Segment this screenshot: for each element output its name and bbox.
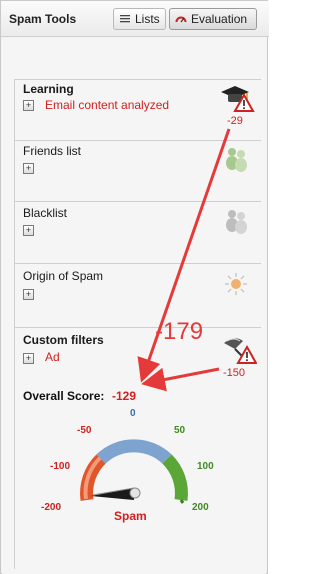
list-icon xyxy=(119,13,131,25)
overall-score-value: -129 xyxy=(112,389,137,403)
gauge-neutral-arc xyxy=(96,439,172,464)
tab-evaluation[interactable]: Evaluation xyxy=(169,8,257,30)
expand-origin-button[interactable]: + xyxy=(23,289,34,300)
gauge-tick: 50 xyxy=(174,425,186,436)
expand-blacklist-button[interactable]: + xyxy=(23,225,34,236)
section-origin-title: Origin of Spam xyxy=(23,269,104,283)
panel-header: Spam Tools Lists Evaluation xyxy=(1,1,269,37)
gauge-tick: -50 xyxy=(77,425,92,436)
section-custom-title: Custom filters xyxy=(23,333,104,347)
custom-detail: Ad xyxy=(45,350,60,364)
gauge-tick: 200 xyxy=(192,502,209,513)
gauge-icon xyxy=(175,13,187,25)
expand-custom-button[interactable]: + xyxy=(23,353,34,364)
gauge-tick: 100 xyxy=(197,461,214,472)
custom-score: -150 xyxy=(223,367,246,379)
section-blacklist-title: Blacklist xyxy=(23,206,68,220)
tab-lists[interactable]: Lists xyxy=(113,8,166,30)
gauge-hub xyxy=(129,487,141,499)
sun-icon xyxy=(223,271,249,297)
overall-score-label: Overall Score: xyxy=(23,389,105,403)
section-friends-title: Friends list xyxy=(23,144,82,158)
tab-lists-label: Lists xyxy=(135,12,160,26)
gauge-positive-arc xyxy=(162,454,188,501)
expand-learning-button[interactable]: + xyxy=(23,100,34,111)
gauge-tick: -200 xyxy=(41,502,62,513)
spam-tools-panel: Spam Tools Lists Evaluation Learning + E… xyxy=(0,0,269,574)
tab-evaluation-label: Evaluation xyxy=(191,12,248,26)
gauge-verdict-label: Spam xyxy=(114,509,147,523)
expand-friends-button[interactable]: + xyxy=(23,163,34,174)
section-learning-title: Learning xyxy=(23,82,74,96)
people-icon xyxy=(223,146,249,172)
graduation-cap-warning-icon xyxy=(219,83,255,117)
gauge-tick: 0 xyxy=(130,408,136,419)
gauge-tick: -100 xyxy=(50,461,71,472)
filter-warning-icon xyxy=(221,335,258,369)
annotation-total: -179 xyxy=(155,318,204,345)
learning-detail: Email content analyzed xyxy=(45,98,170,112)
panel-title: Spam Tools xyxy=(9,12,77,26)
learning-score: -29 xyxy=(227,115,243,127)
people-icon xyxy=(223,208,249,234)
